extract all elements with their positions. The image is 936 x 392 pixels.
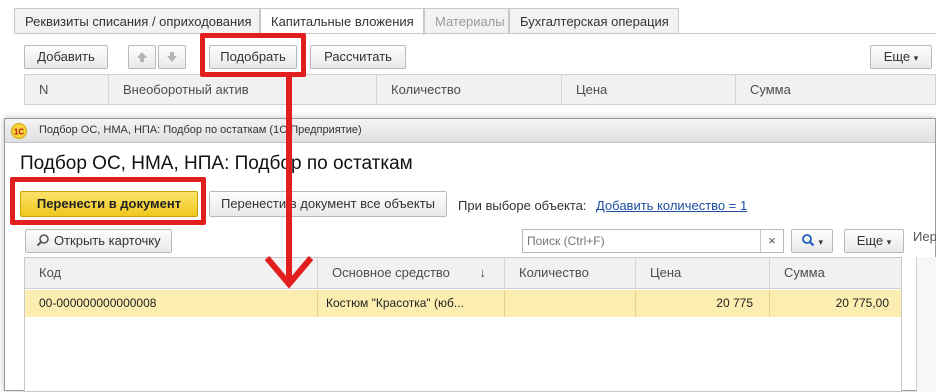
table-row[interactable]: 00-000000000000008 Костюм "Красотка" (юб…	[25, 290, 901, 317]
highlight-transfer-button	[10, 177, 206, 225]
capital-table-header: N Внеоборотный актив Количество Цена Сум…	[24, 74, 936, 105]
more-button-label: Еще	[883, 49, 911, 64]
red-arrow-annotation-icon	[264, 72, 314, 289]
tab-label: Реквизиты списания / оприходования	[25, 14, 252, 29]
search-button[interactable]: ▾	[791, 229, 833, 253]
transfer-all-button-label: Перенести в документ все объекты	[220, 196, 436, 211]
move-down-button[interactable]	[158, 45, 186, 69]
sort-descending-icon: ↓	[479, 265, 487, 280]
tab-label: Материалы	[435, 14, 505, 29]
transfer-all-button[interactable]: Перенести в документ все объекты	[209, 191, 447, 217]
tab-write-off-details[interactable]: Реквизиты списания / оприходования	[14, 8, 260, 33]
selection-table-header: Код Основное средство ↓ Количество Цена С…	[25, 258, 901, 289]
arrow-up-icon	[137, 52, 147, 62]
tab-accounting-operation[interactable]: Бухгалтерская операция	[509, 8, 679, 33]
add-button[interactable]: Добавить	[24, 45, 108, 69]
dropdown-caret-icon: ▾	[818, 237, 824, 247]
dialog-heading: Подбор ОС, НМА, НПА: Подбор по остаткам	[20, 153, 413, 174]
open-card-button[interactable]: Открыть карточку	[25, 229, 172, 253]
dialog-titlebar: 1С Подбор ОС, НМА, НПА: Подбор по остатк…	[5, 119, 935, 143]
move-up-button[interactable]	[128, 45, 156, 69]
search-icon	[802, 234, 815, 247]
tab-label: Бухгалтерская операция	[520, 14, 669, 29]
header-label: Цена	[576, 82, 608, 97]
tab-capital-investments[interactable]: Капитальные вложения	[260, 8, 424, 35]
column-header-dialog-price[interactable]: Цена	[636, 258, 770, 288]
header-label: Количество	[391, 82, 461, 97]
calculate-button-label: Рассчитать	[324, 49, 392, 64]
dropdown-caret-icon: ▾	[913, 53, 919, 63]
search-field[interactable]: ×	[522, 229, 784, 253]
search-input[interactable]	[523, 230, 769, 252]
dialog-more-label: Еще	[856, 233, 884, 248]
column-header-sum[interactable]: Сумма	[736, 75, 936, 104]
column-header-dialog-quantity[interactable]: Количество	[505, 258, 636, 288]
dialog-more-button[interactable]: Еще ▾	[844, 229, 904, 253]
row-price-cell: 20 775	[636, 290, 770, 317]
header-label: Цена	[650, 265, 682, 280]
row-asset-cell: Костюм "Красотка" (юб...	[318, 290, 505, 317]
header-label: Сумма	[784, 265, 825, 280]
tab-label: Капитальные вложения	[271, 14, 414, 29]
clear-search-icon[interactable]: ×	[760, 230, 783, 252]
header-label: Количество	[519, 265, 589, 280]
column-header-dialog-sum[interactable]: Сумма	[770, 258, 901, 288]
selection-table: Код Основное средство ↓ Количество Цена С…	[24, 257, 902, 392]
magnifier-icon	[37, 234, 50, 247]
row-code-cell: 00-000000000000008	[25, 290, 318, 317]
header-label: Основное средство	[332, 265, 450, 280]
header-label: Код	[39, 265, 62, 280]
selection-mode-label: При выборе объекта:	[458, 198, 587, 213]
tab-materials[interactable]: Материалы	[424, 8, 509, 33]
header-label: Сумма	[750, 82, 791, 97]
hierarchy-label: Иер	[913, 229, 936, 244]
more-button[interactable]: Еще ▾	[870, 45, 932, 69]
column-header-quantity[interactable]: Количество	[377, 75, 562, 104]
arrow-down-icon	[167, 52, 177, 62]
add-quantity-link[interactable]: Добавить количество = 1	[596, 198, 747, 213]
selection-dialog: 1С Подбор ОС, НМА, НПА: Подбор по остатк…	[4, 118, 936, 392]
hierarchy-panel	[916, 257, 936, 392]
calculate-button[interactable]: Рассчитать	[310, 45, 406, 69]
column-header-price[interactable]: Цена	[562, 75, 736, 104]
add-button-label: Добавить	[37, 49, 95, 64]
app-logo-icon: 1С	[11, 123, 27, 139]
header-label: N	[39, 82, 49, 97]
column-header-asset[interactable]: Внеоборотный актив	[109, 75, 377, 104]
column-header-fixed-asset[interactable]: Основное средство ↓	[318, 258, 505, 288]
row-sum-cell: 20 775,00	[835, 296, 889, 310]
tab-underline	[14, 33, 936, 34]
column-header-n[interactable]: N	[25, 75, 109, 104]
open-card-label: Открыть карточку	[53, 233, 161, 248]
dropdown-caret-icon: ▾	[886, 237, 892, 247]
row-quantity-cell	[505, 290, 636, 317]
header-label: Внеоборотный актив	[123, 82, 249, 97]
svg-text:1С: 1С	[14, 128, 24, 137]
